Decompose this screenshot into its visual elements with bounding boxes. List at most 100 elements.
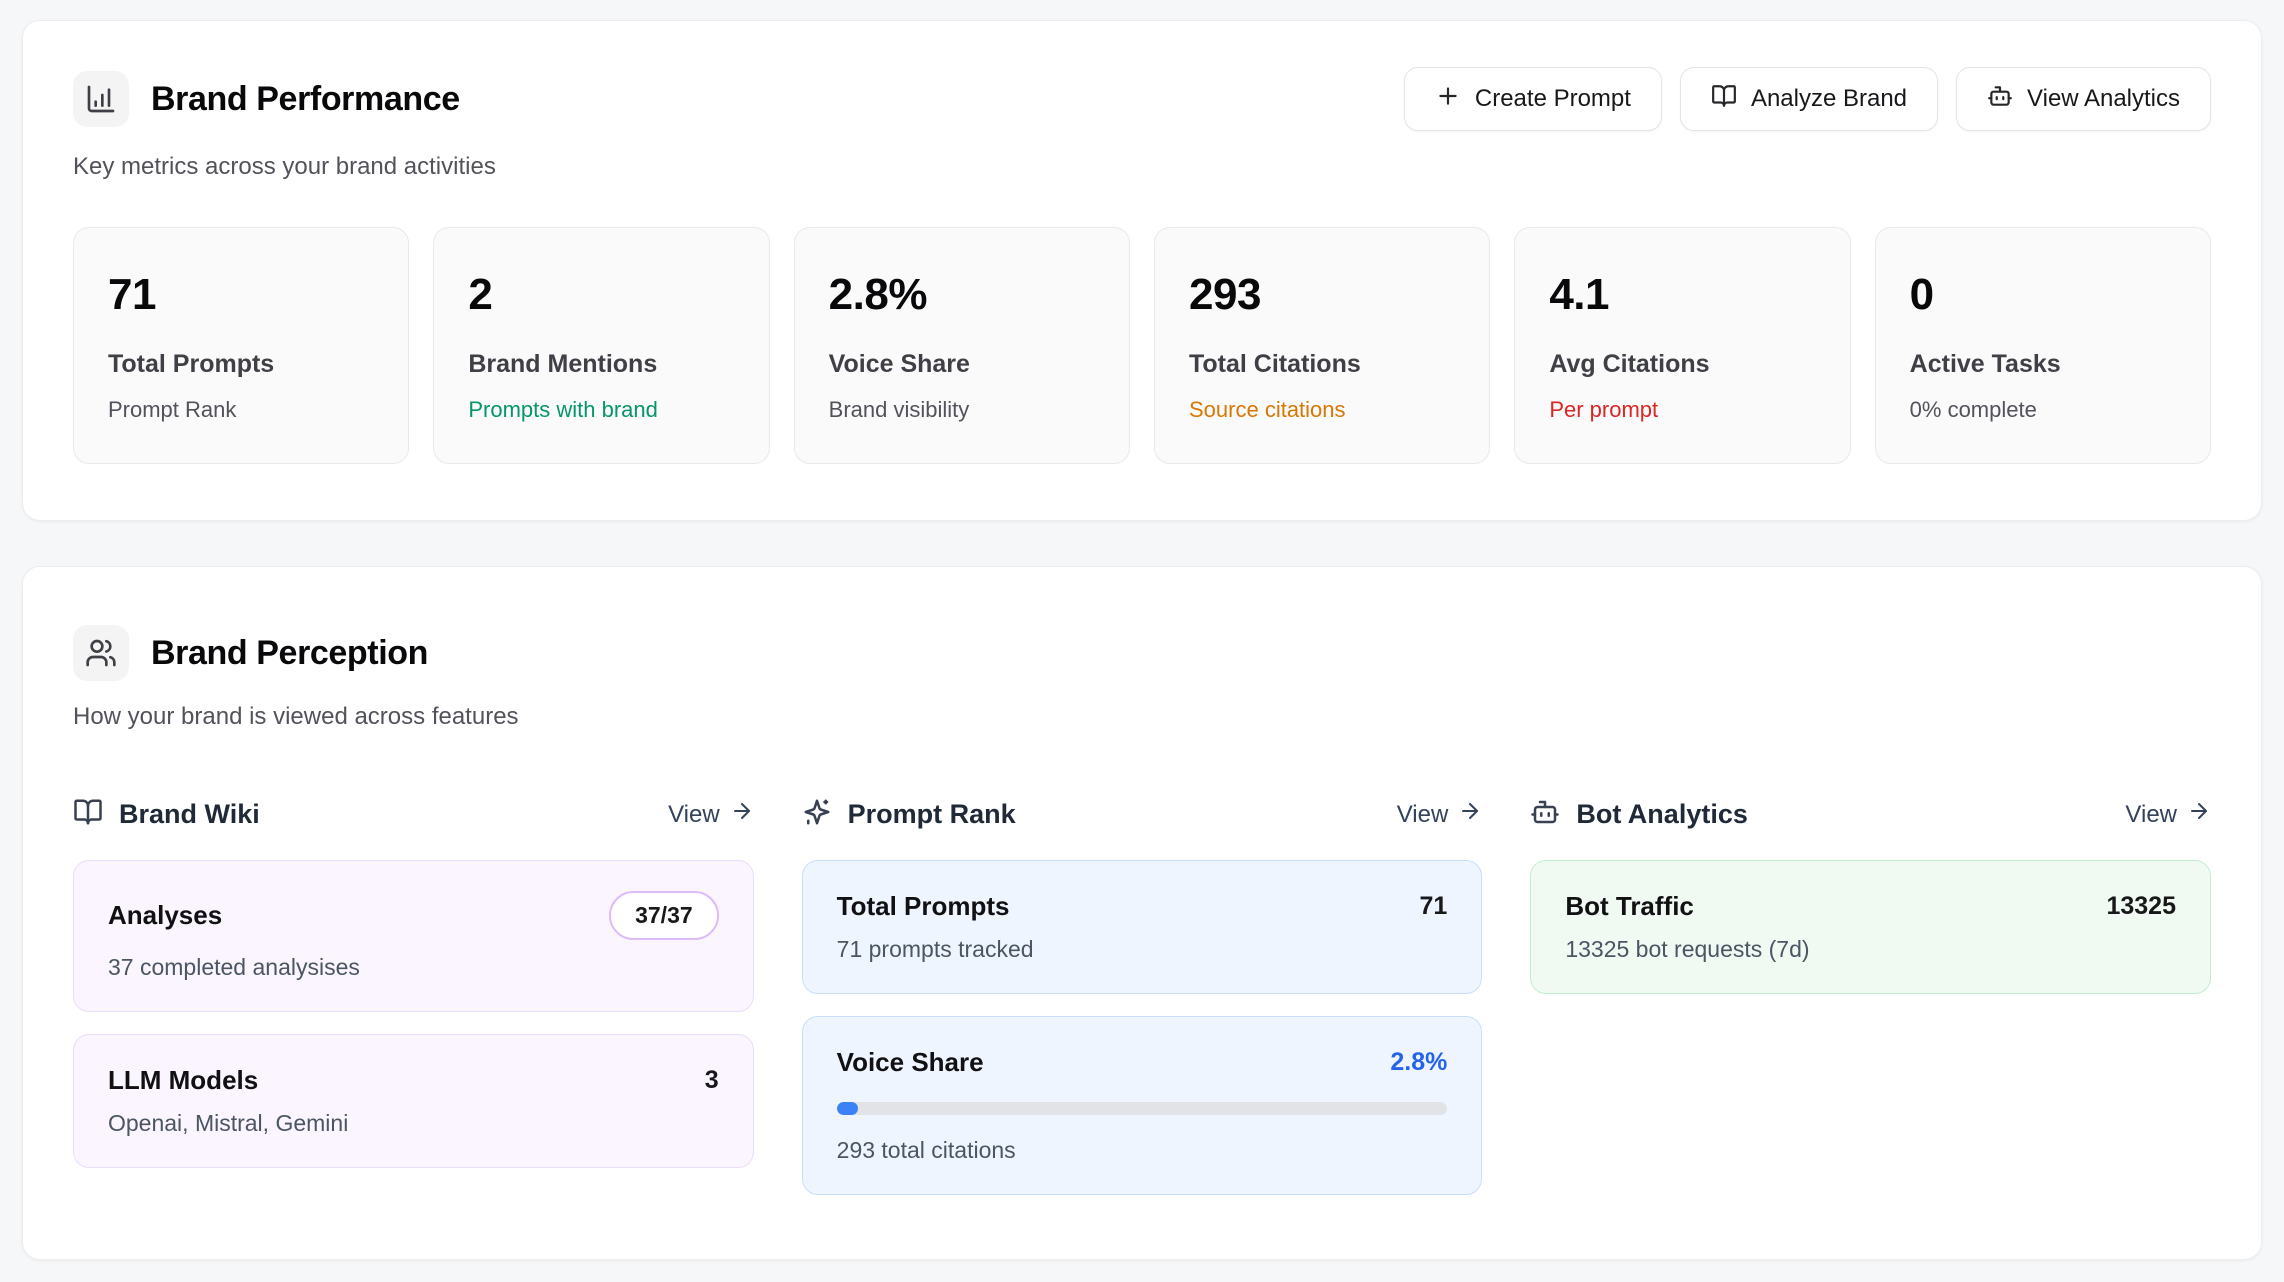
arrow-right-icon (1458, 799, 1482, 830)
metric-sub: Prompts with brand (468, 397, 734, 423)
feature-prompt-rank: Prompt Rank View Total Prompts 71 71 pro… (802, 797, 1483, 1195)
prompt-rank-view-link[interactable]: View (1397, 799, 1483, 830)
subcard-title: Total Prompts (837, 891, 1010, 922)
voice-share-card: Voice Share 2.8% 293 total citations (802, 1016, 1483, 1195)
analyses-count-badge: 37/37 (609, 891, 719, 940)
view-link-label: View (1397, 801, 1449, 829)
sparkles-icon (802, 797, 832, 832)
metric-label: Voice Share (829, 350, 1095, 379)
view-analytics-label: View Analytics (2027, 85, 2180, 113)
view-link-label: View (668, 801, 720, 829)
bot-traffic-card: Bot Traffic 13325 13325 bot requests (7d… (1530, 860, 2211, 994)
bar-chart-icon (73, 71, 129, 127)
subcard-sub: 71 prompts tracked (837, 936, 1448, 963)
users-icon (73, 625, 129, 681)
bot-icon (1530, 797, 1560, 832)
subcard-sub: 293 total citations (837, 1137, 1448, 1164)
voice-share-progress-fill (837, 1102, 858, 1115)
performance-title-group: Brand Performance (73, 71, 460, 127)
subcard-sub: Openai, Mistral, Gemini (108, 1110, 719, 1137)
feature-header: Prompt Rank View (802, 797, 1483, 832)
subcard-title: LLM Models (108, 1065, 258, 1096)
metric-label: Brand Mentions (468, 350, 734, 379)
metric-value: 293 (1189, 270, 1455, 320)
view-link-label: View (2125, 801, 2177, 829)
total-prompts-card: Total Prompts 71 71 prompts tracked (802, 860, 1483, 994)
metric-label: Avg Citations (1549, 350, 1815, 379)
analyses-card: Analyses 37/37 37 completed analysises (73, 860, 754, 1012)
feature-title-group: Prompt Rank (802, 797, 1016, 832)
bot-analytics-subcards: Bot Traffic 13325 13325 bot requests (7d… (1530, 860, 2211, 994)
feature-brand-wiki: Brand Wiki View Analyses 37/37 37 comple… (73, 797, 754, 1168)
feature-title: Bot Analytics (1576, 799, 1748, 830)
metric-avg-citations: 4.1 Avg Citations Per prompt (1514, 227, 1850, 464)
subcard-row: Bot Traffic 13325 (1565, 891, 2176, 922)
brand-wiki-subcards: Analyses 37/37 37 completed analysises L… (73, 860, 754, 1168)
subcard-title: Bot Traffic (1565, 891, 1694, 922)
subcard-row: LLM Models 3 (108, 1065, 719, 1096)
analyze-brand-button[interactable]: Analyze Brand (1680, 67, 1938, 131)
performance-subtitle: Key metrics across your brand activities (73, 153, 2211, 181)
feature-title: Brand Wiki (119, 799, 260, 830)
metric-label: Total Prompts (108, 350, 374, 379)
metric-label: Total Citations (1189, 350, 1455, 379)
subcard-value: 71 (1420, 892, 1448, 921)
bot-analytics-view-link[interactable]: View (2125, 799, 2211, 830)
performance-actions: Create Prompt Analyze Brand View Analyti… (1404, 67, 2211, 131)
metric-sub: 0% complete (1910, 397, 2176, 423)
metric-sub: Source citations (1189, 397, 1455, 423)
feature-header: Brand Wiki View (73, 797, 754, 832)
feature-header: Bot Analytics View (1530, 797, 2211, 832)
metric-sub: Brand visibility (829, 397, 1095, 423)
subcard-title: Analyses (108, 900, 222, 931)
metric-voice-share: 2.8% Voice Share Brand visibility (794, 227, 1130, 464)
voice-share-value: 2.8% (1390, 1048, 1447, 1077)
feature-bot-analytics: Bot Analytics View Bot Traffic 13325 133… (1530, 797, 2211, 994)
subcard-row: Analyses 37/37 (108, 891, 719, 940)
view-analytics-button[interactable]: View Analytics (1956, 67, 2211, 131)
arrow-right-icon (730, 799, 754, 830)
perception-title: Brand Perception (151, 634, 428, 673)
prompt-rank-subcards: Total Prompts 71 71 prompts tracked Voic… (802, 860, 1483, 1195)
subcard-sub: 13325 bot requests (7d) (1565, 936, 2176, 963)
create-prompt-label: Create Prompt (1475, 85, 1631, 113)
subcard-value: 3 (705, 1066, 719, 1095)
metric-brand-mentions: 2 Brand Mentions Prompts with brand (433, 227, 769, 464)
metric-value: 71 (108, 270, 374, 320)
analyze-brand-label: Analyze Brand (1751, 85, 1907, 113)
metric-value: 2.8% (829, 270, 1095, 320)
bot-icon (1987, 83, 2013, 116)
book-open-icon (73, 797, 103, 832)
metric-active-tasks: 0 Active Tasks 0% complete (1875, 227, 2211, 464)
metric-label: Active Tasks (1910, 350, 2176, 379)
brand-performance-card: Brand Performance Create Prompt Analyze … (22, 20, 2262, 521)
subcard-sub: 37 completed analysises (108, 954, 719, 981)
page-title: Brand Performance (151, 80, 460, 119)
feature-title-group: Bot Analytics (1530, 797, 1748, 832)
feature-title-group: Brand Wiki (73, 797, 260, 832)
brand-wiki-view-link[interactable]: View (668, 799, 754, 830)
perception-subtitle: How your brand is viewed across features (73, 703, 2211, 731)
llm-models-card: LLM Models 3 Openai, Mistral, Gemini (73, 1034, 754, 1168)
perception-title-group: Brand Perception (73, 625, 2211, 681)
metric-total-prompts: 71 Total Prompts Prompt Rank (73, 227, 409, 464)
subcard-title: Voice Share (837, 1047, 984, 1078)
performance-header: Brand Performance Create Prompt Analyze … (73, 67, 2211, 131)
create-prompt-button[interactable]: Create Prompt (1404, 67, 1662, 131)
brand-perception-card: Brand Perception How your brand is viewe… (22, 566, 2262, 1260)
voice-share-progress-track (837, 1102, 1448, 1115)
metric-value: 2 (468, 270, 734, 320)
book-open-icon (1711, 83, 1737, 116)
subcard-row: Voice Share 2.8% (837, 1047, 1448, 1078)
metrics-grid: 71 Total Prompts Prompt Rank 2 Brand Men… (73, 227, 2211, 464)
arrow-right-icon (2187, 799, 2211, 830)
metric-sub: Prompt Rank (108, 397, 374, 423)
metric-sub: Per prompt (1549, 397, 1815, 423)
feature-title: Prompt Rank (848, 799, 1016, 830)
plus-icon (1435, 83, 1461, 116)
subcard-row: Total Prompts 71 (837, 891, 1448, 922)
metric-value: 0 (1910, 270, 2176, 320)
metric-total-citations: 293 Total Citations Source citations (1154, 227, 1490, 464)
subcard-value: 13325 (2106, 892, 2176, 921)
features-grid: Brand Wiki View Analyses 37/37 37 comple… (73, 797, 2211, 1195)
